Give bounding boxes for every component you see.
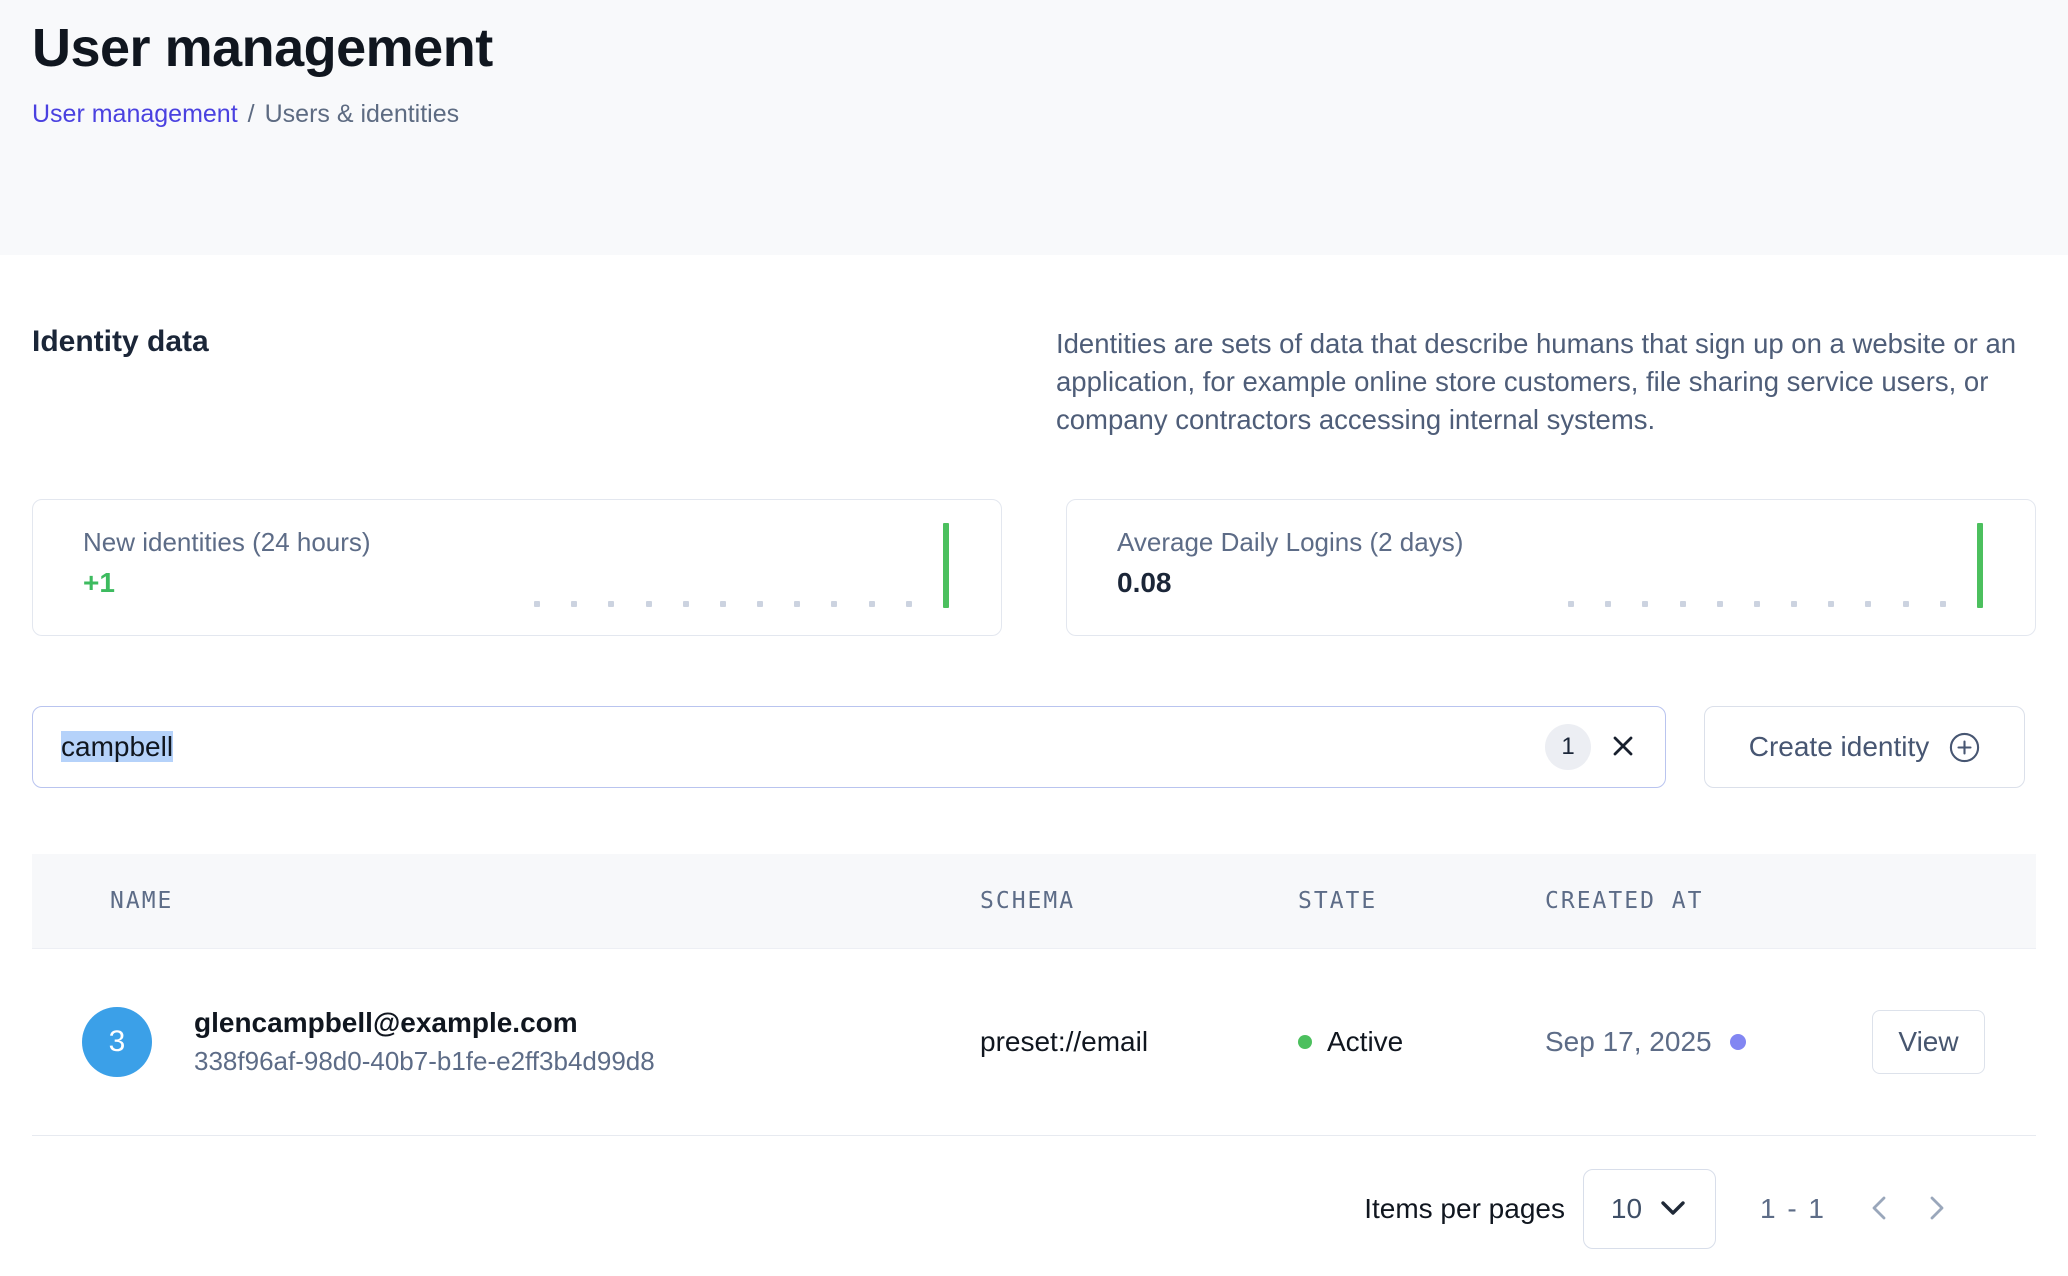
items-per-page-select[interactable]: 10 — [1583, 1169, 1716, 1249]
create-identity-label: Create identity — [1749, 731, 1930, 763]
pagination: Items per pages 10 1 - 1 — [32, 1169, 2036, 1249]
items-per-page-value: 10 — [1611, 1193, 1642, 1225]
main-content: Identity data Identities are sets of dat… — [0, 325, 2068, 1249]
state-cell: Active — [1298, 1026, 1545, 1058]
identities-table: NAME SCHEMA STATE CREATED AT 3 glencampb… — [32, 854, 2036, 1136]
schema-cell: preset://email — [980, 1026, 1298, 1058]
active-status-dot — [1298, 1035, 1312, 1049]
result-count-badge: 1 — [1545, 724, 1591, 770]
breadcrumb-link-user-management[interactable]: User management — [32, 100, 238, 128]
create-identity-button[interactable]: Create identity — [1704, 706, 2025, 788]
page-header: User management User management / Users & … — [0, 0, 2068, 255]
next-page-button[interactable] — [1926, 1192, 1948, 1227]
chevron-left-icon — [1868, 1192, 1890, 1227]
created-at-cell: Sep 17, 2025 — [1545, 1026, 1860, 1058]
identity-data-intro: Identity data Identities are sets of dat… — [32, 325, 2036, 439]
table-row[interactable]: 3 glencampbell@example.com 338f96af-98d0… — [32, 949, 2036, 1136]
page-title: User management — [32, 16, 2036, 82]
previous-page-button[interactable] — [1868, 1192, 1890, 1227]
column-header-name: NAME — [32, 888, 980, 914]
view-button[interactable]: View — [1872, 1010, 1985, 1074]
chevron-right-icon — [1926, 1192, 1948, 1227]
plus-circle-icon — [1949, 732, 1980, 763]
items-per-page-label: Items per pages — [1364, 1193, 1565, 1225]
table-header-row: NAME SCHEMA STATE CREATED AT — [32, 854, 2036, 949]
identity-name-block: glencampbell@example.com 338f96af-98d0-4… — [194, 1007, 655, 1077]
section-heading: Identity data — [32, 325, 209, 439]
breadcrumb: User management / Users & identities — [32, 100, 2036, 129]
stat-card-average-logins: Average Daily Logins (2 days) 0.08 — [1066, 499, 2036, 636]
breadcrumb-current: Users & identities — [265, 100, 460, 128]
column-header-schema: SCHEMA — [980, 888, 1298, 914]
state-label: Active — [1327, 1026, 1403, 1058]
close-icon — [1607, 730, 1639, 765]
search-meta: 1 — [1545, 724, 1639, 770]
search-input-value: campbell — [61, 731, 173, 763]
sparkline-chart — [534, 523, 949, 608]
created-at-dot — [1730, 1034, 1746, 1050]
breadcrumb-separator: / — [248, 100, 255, 128]
chevron-down-icon — [1658, 1199, 1688, 1219]
page-range: 1 - 1 — [1760, 1193, 1826, 1225]
section-description: Identities are sets of data that describ… — [1056, 325, 2036, 439]
identity-id: 338f96af-98d0-40b7-b1fe-e2ff3b4d99d8 — [194, 1046, 655, 1077]
actions-cell: View — [1860, 1010, 2036, 1074]
clear-search-button[interactable] — [1607, 730, 1639, 765]
column-header-state: STATE — [1298, 888, 1545, 914]
name-cell: 3 glencampbell@example.com 338f96af-98d0… — [32, 1007, 980, 1077]
column-header-created-at: CREATED AT — [1545, 888, 1860, 914]
stat-card-new-identities: New identities (24 hours) +1 — [32, 499, 1002, 636]
identity-email: glencampbell@example.com — [194, 1007, 655, 1039]
sparkline-chart — [1568, 523, 1983, 608]
search-row: campbell 1 Create identity — [32, 706, 2036, 788]
search-input[interactable]: campbell 1 — [32, 706, 1666, 788]
avatar: 3 — [82, 1007, 152, 1077]
created-date: Sep 17, 2025 — [1545, 1026, 1712, 1058]
stat-cards: New identities (24 hours) +1 Average Dai… — [32, 499, 2036, 636]
